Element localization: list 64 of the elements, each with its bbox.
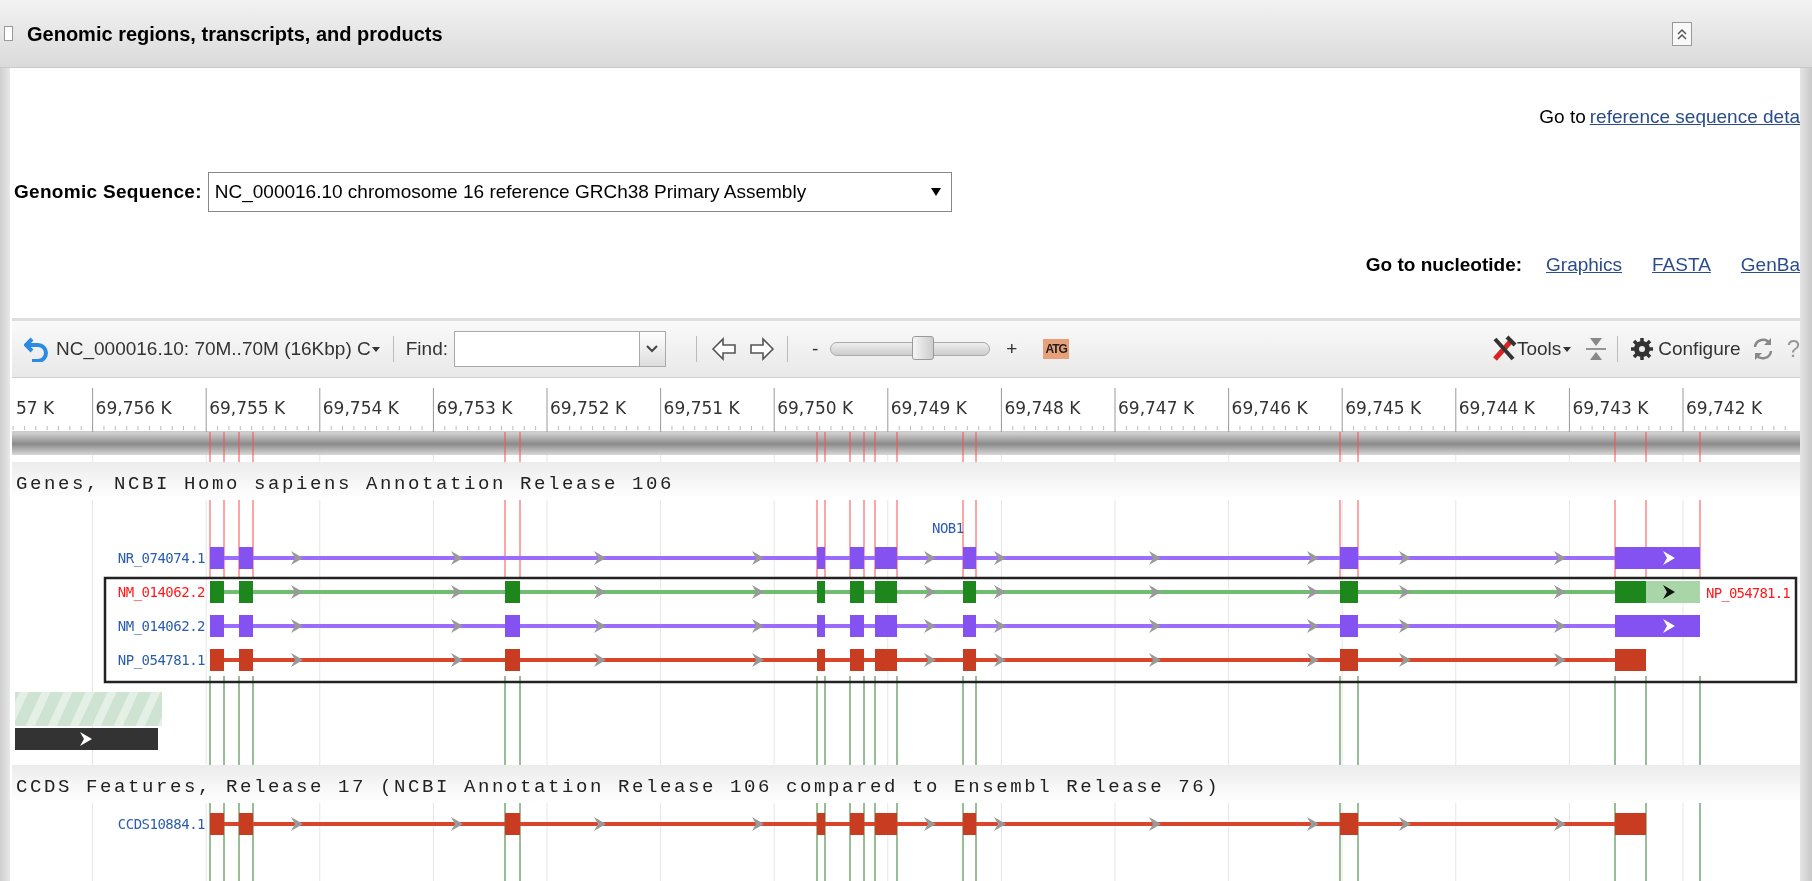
caret-icon — [1561, 345, 1574, 353]
transcript-label[interactable]: CCDS10884.1 — [117, 816, 205, 832]
nucleotide-link[interactable]: Graphics — [1546, 250, 1623, 280]
tick-label: 69,746 K — [1231, 398, 1308, 418]
section-title: Genomic regions, transcripts, and products — [27, 21, 443, 47]
transcript-drawing[interactable] — [210, 581, 1700, 603]
tick-label: 69,750 K — [777, 398, 854, 418]
gear-icon — [1630, 337, 1655, 361]
transcript-drawing[interactable] — [210, 615, 1700, 637]
gene-label[interactable]: NOB1 — [932, 520, 964, 536]
reference-link[interactable]: reference sequence deta — [1589, 102, 1800, 132]
tick-label: 69,748 K — [1004, 398, 1081, 418]
tick-label: 69,749 K — [890, 398, 967, 418]
track-title: Genes, NCBI Homo sapiens Annotation Release 106 — [16, 473, 675, 495]
transcript-label[interactable]: NM_014062.2 — [117, 618, 205, 634]
dropdown-arrow-icon — [930, 188, 941, 196]
collapse-icon[interactable] — [1585, 336, 1608, 362]
collapse-button[interactable] — [1672, 21, 1692, 46]
chevron-down-icon — [646, 345, 659, 353]
sequence-button[interactable]: ATG — [1043, 339, 1069, 359]
configure-button[interactable]: Configure — [1630, 334, 1741, 364]
field-label: Go to nucleotide: — [1365, 252, 1523, 277]
tick-label: 69,756 K — [95, 398, 172, 418]
zoom-out-button[interactable]: - — [812, 334, 819, 364]
tick-label: 69,755 K — [209, 398, 286, 418]
toggle-icon[interactable] — [4, 26, 13, 41]
field-label: Genomic Sequence: — [14, 179, 202, 204]
find-field[interactable] — [454, 331, 666, 367]
tick-label: 69,751 K — [663, 398, 740, 418]
region-button[interactable]: NC_000016.10: 70M..70M (16Kbp) C — [56, 334, 381, 364]
transcript-drawing[interactable] — [210, 649, 1646, 671]
tick-label: 69,742 K — [1686, 398, 1763, 418]
tools-icon — [1490, 335, 1517, 363]
tick-label: 69,747 K — [1118, 398, 1195, 418]
tick-label: 69,745 K — [1345, 398, 1422, 418]
tick-label: 69,752 K — [550, 398, 627, 418]
transcript-drawing[interactable] — [210, 813, 1646, 835]
transcript-drawing[interactable] — [210, 547, 1700, 569]
track-title: CCDS Features, Release 17 (NCBI Annotation Release 106 compared to Ensembl Release 76) — [16, 776, 1221, 798]
select-value: NC_000016.10 chromosome 16 reference GRCh38 Primary Assembly — [214, 179, 807, 205]
back-icon[interactable] — [24, 336, 48, 362]
zoom-in-button[interactable]: + — [1006, 334, 1018, 364]
tick-label: 57 K — [16, 398, 55, 418]
sequence-select[interactable]: NC_000016.10 chromosome 16 reference GRCh38 Primary Assembly — [207, 172, 952, 212]
transcript-label[interactable]: NM_014062.2 — [117, 584, 205, 600]
find-label: Find: — [405, 336, 448, 361]
transcript-label[interactable]: NP_054781.1 — [117, 652, 205, 668]
slider-thumb[interactable] — [912, 336, 935, 360]
transcript-label[interactable]: NR_074074.1 — [117, 550, 205, 566]
tick-label: 69,744 K — [1458, 398, 1535, 418]
zoom-slider[interactable] — [830, 336, 991, 362]
tick-label: 69,743 K — [1572, 398, 1649, 418]
nucleotide-link[interactable]: GenBa — [1740, 250, 1800, 280]
left-arrow-icon[interactable] — [711, 336, 737, 362]
link-prefix: Go to — [1539, 104, 1586, 129]
tick-label: 69,753 K — [436, 398, 513, 418]
nucleotide-link[interactable]: FASTA — [1652, 250, 1711, 280]
product-label[interactable]: NP_054781.1 — [1706, 585, 1790, 601]
dropdown-button[interactable] — [639, 332, 665, 366]
right-arrow-icon[interactable] — [749, 336, 775, 362]
double-chevron-up-icon — [1676, 26, 1688, 41]
tools-button[interactable]: Tools — [1490, 334, 1574, 364]
caret-icon — [370, 345, 381, 353]
tick-label: 69,754 K — [322, 398, 399, 418]
